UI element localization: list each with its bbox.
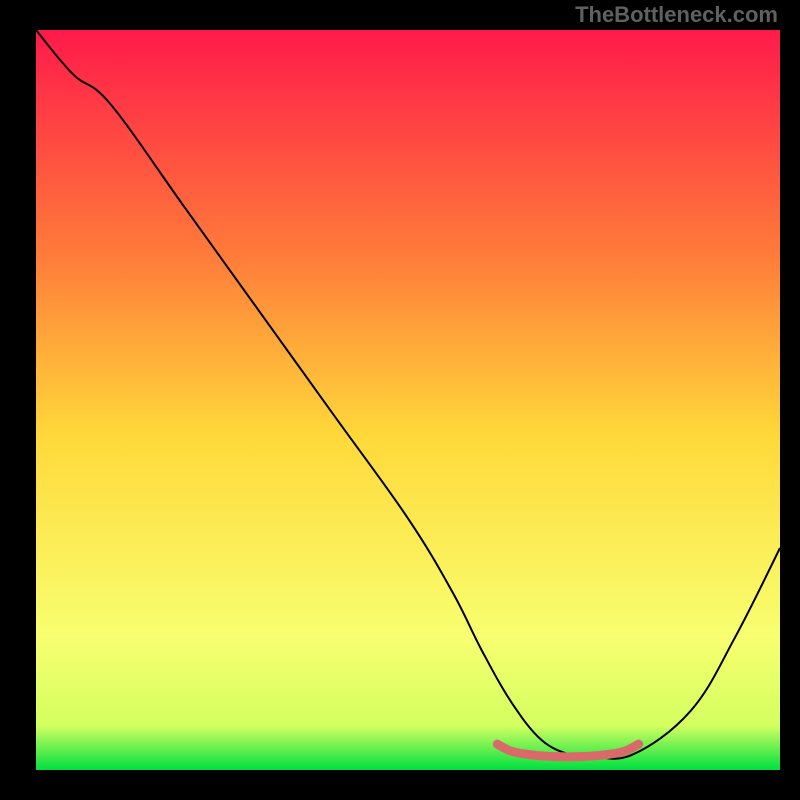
chart-root: TheBottleneck.com <box>0 0 800 800</box>
bottleneck-chart <box>0 0 800 800</box>
attribution-text: TheBottleneck.com <box>575 2 778 28</box>
plot-background <box>36 30 780 770</box>
